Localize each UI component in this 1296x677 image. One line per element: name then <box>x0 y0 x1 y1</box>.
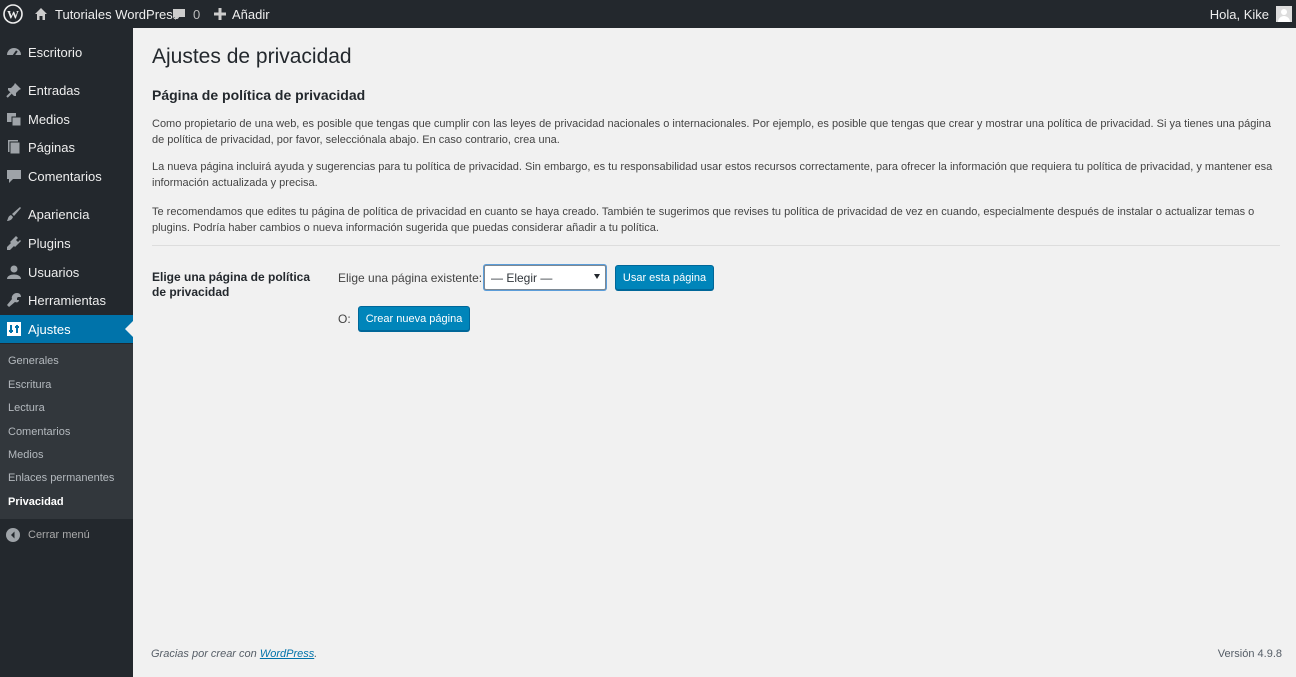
collapse-menu-button[interactable]: Cerrar menú <box>0 524 133 546</box>
comments-link[interactable]: 0 <box>172 0 200 28</box>
home-icon <box>34 7 48 21</box>
avatar <box>1276 6 1292 22</box>
sidebar-item-entradas[interactable]: Entradas <box>0 76 133 104</box>
pushpin-icon <box>5 81 23 99</box>
greeting: Hola, Kike <box>1209 6 1269 22</box>
footer-thanks: Gracias por crear con WordPress. <box>151 648 317 660</box>
sidebar-item-escritorio[interactable]: Escritorio <box>0 38 133 66</box>
or-label: O: <box>338 312 351 326</box>
sidebar-item-label: Escritorio <box>28 44 83 60</box>
site-home-link[interactable]: Tutoriales WordPress <box>34 0 179 28</box>
sidebar-item-label: Comentarios <box>28 168 102 184</box>
sidebar-item-label: Apariencia <box>28 206 90 222</box>
sidebar-item-label: Usuarios <box>28 264 80 280</box>
plugin-icon <box>5 234 23 252</box>
sidebar-item-label: Plugins <box>28 235 71 251</box>
admin-bar: W Tutoriales WordPress 0 Añadir Hola, Ki… <box>0 0 1296 28</box>
submenu-item-generales[interactable]: Generales <box>8 351 59 371</box>
submenu-item-escritura[interactable]: Escritura <box>8 375 51 395</box>
version-text: Versión 4.9.8 <box>1217 648 1282 660</box>
wrench-icon <box>5 291 23 309</box>
account-menu[interactable]: Hola, Kike <box>1210 0 1292 28</box>
divider <box>152 245 1280 246</box>
help-paragraph: La nueva página incluirá ayuda y sugeren… <box>152 161 1273 189</box>
comments-icon <box>5 167 23 185</box>
privacy-page-select[interactable]: — Elegir — <box>484 265 606 290</box>
collapse-label: Cerrar menú <box>28 529 90 541</box>
submenu-item-privacidad[interactable]: Privacidad <box>8 492 64 512</box>
sidebar-item-medios[interactable]: Medios <box>0 105 133 133</box>
submenu-item-medios[interactable]: Medios <box>8 445 43 465</box>
comment-bubble-icon <box>172 7 186 21</box>
sidebar-item-comentarios[interactable]: Comentarios <box>0 162 133 190</box>
privacy-page-field-label: Elige una página de política de privacid… <box>152 270 311 299</box>
sidebar-item-paginas[interactable]: Páginas <box>0 133 133 161</box>
pages-icon <box>5 138 23 156</box>
paintbrush-icon <box>5 205 23 223</box>
recommendation-paragraph: Te recomendamos que edites tu página de … <box>152 206 1255 234</box>
sidebar-item-herramientas[interactable]: Herramientas <box>0 286 133 314</box>
sidebar-item-apariencia[interactable]: Apariencia <box>0 200 133 228</box>
settings-submenu: Generales Escritura Lectura Comentarios … <box>0 344 133 519</box>
wordpress-link[interactable]: WordPress <box>260 648 314 660</box>
settings-icon <box>5 320 23 338</box>
sidebar-item-label: Entradas <box>28 82 81 98</box>
sidebar-item-label: Ajustes <box>28 321 71 337</box>
footer-thanks-suffix: . <box>314 648 318 660</box>
select-value: — Elegir — <box>491 270 553 285</box>
media-icon <box>5 110 23 128</box>
sidebar-item-label: Medios <box>28 111 70 127</box>
page-title: Ajustes de privacidad <box>152 45 352 68</box>
add-new-label: Añadir <box>232 6 270 22</box>
sidebar-item-label: Herramientas <box>28 292 107 308</box>
use-this-page-button[interactable]: Usar esta página <box>615 265 714 290</box>
collapse-arrow-icon <box>6 528 20 542</box>
comments-count: 0 <box>193 6 201 22</box>
sidebar-item-usuarios[interactable]: Usuarios <box>0 258 133 286</box>
submenu-item-lectura[interactable]: Lectura <box>8 398 45 418</box>
site-name: Tutoriales WordPress <box>55 6 180 22</box>
users-icon <box>5 263 23 281</box>
svg-text:W: W <box>7 8 19 22</box>
submenu-item-comentarios[interactable]: Comentarios <box>8 422 70 442</box>
intro-paragraph: Como propietario de una web, es posible … <box>152 118 1272 146</box>
admin-sidebar: Escritorio Entradas Medios Páginas Comen… <box>0 28 133 677</box>
section-title: Página de política de privacidad <box>152 87 366 103</box>
sidebar-item-plugins[interactable]: Plugins <box>0 229 133 257</box>
create-new-page-button[interactable]: Crear nueva página <box>358 306 470 331</box>
sidebar-item-label: Páginas <box>28 139 75 155</box>
dropdown-arrow-icon <box>594 274 600 279</box>
footer-thanks-prefix: Gracias por crear con <box>151 648 260 660</box>
add-new-menu[interactable]: Añadir <box>214 0 270 28</box>
sidebar-item-ajustes[interactable]: Ajustes <box>0 315 133 343</box>
dashboard-icon <box>5 43 23 61</box>
plus-icon <box>214 8 226 20</box>
existing-page-label: Elige una página existente: <box>338 271 483 285</box>
submenu-item-enlaces-permanentes[interactable]: Enlaces permanentes <box>8 468 114 488</box>
wordpress-logo-icon[interactable]: W <box>0 0 26 28</box>
